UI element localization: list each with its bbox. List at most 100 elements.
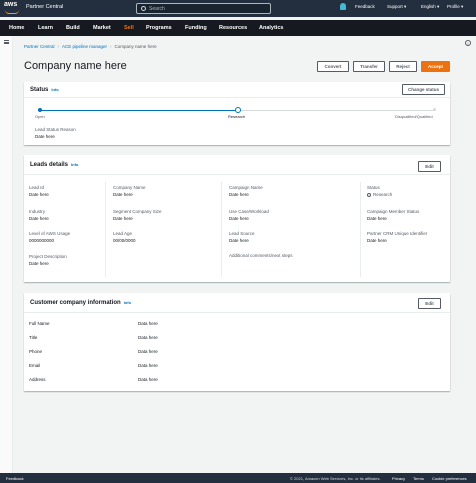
reject-button[interactable]: Reject (389, 61, 417, 72)
profile-menu[interactable]: Profile ▾ (447, 4, 463, 10)
email-value: Data here (138, 363, 158, 368)
leads-card-header: Leads details Info Edit (24, 155, 450, 175)
nav-home[interactable]: Home (9, 25, 24, 31)
step-label-qualified: Disqualified/Qualified (395, 114, 433, 119)
page-title: Company name here (24, 60, 127, 72)
segment-size-value: Date here (113, 216, 133, 221)
footer-feedback-link[interactable]: Feedback (6, 476, 24, 481)
footer-terms-link[interactable]: Terms (413, 476, 424, 481)
side-nav (0, 36, 13, 473)
campaign-member-status-value: Date here (367, 216, 387, 221)
customer-card-header: Customer company information Info Edit (24, 293, 450, 313)
lead-id-label: Lead Id (29, 185, 45, 190)
customer-edit-button[interactable]: Edit (418, 298, 441, 309)
phone-label: Phone (29, 349, 43, 354)
title-value: Data here (138, 335, 158, 340)
customer-info-link[interactable]: Info (124, 300, 131, 305)
segment-size-label: Segment Company Size (113, 209, 162, 214)
nav-market[interactable]: Market (93, 25, 111, 31)
notifications-icon[interactable] (340, 3, 346, 10)
industry-value: Date here (29, 216, 49, 221)
project-description-value: Date here (29, 261, 49, 266)
company-name-value: Date here (113, 192, 133, 197)
lead-source-label: Lead Source (229, 231, 255, 236)
status-card-header: Status Info Change status (24, 82, 450, 98)
campaign-member-status-label: Campaign Member Status (367, 209, 420, 214)
status-card: Status Info Change status Open Research D… (24, 82, 450, 145)
step-dot-research (235, 107, 241, 113)
leads-info-link[interactable]: Info (71, 162, 78, 167)
step-label-research: Research (228, 114, 246, 119)
nav-sell[interactable]: Sell (124, 25, 134, 31)
nav-funding[interactable]: Funding (185, 25, 207, 31)
full-name-label: Full Name (29, 321, 50, 326)
leads-title: Leads details Info (30, 162, 79, 168)
footer: Feedback © 2021, Amazon Web Services, In… (0, 473, 476, 483)
status-info-link[interactable]: Info (51, 87, 58, 92)
chevron-right-icon: › (57, 44, 60, 49)
address-label: Address (29, 377, 46, 382)
status-circle-icon (367, 192, 371, 197)
crm-id-value: Date here (367, 238, 387, 243)
language-menu[interactable]: English ▾ (421, 4, 439, 10)
leads-details-card: Leads details Info Edit Lead Id Date here… (24, 155, 450, 282)
lead-status-reason-value: Date here (35, 134, 55, 139)
step-label-open: Open (35, 114, 45, 119)
title-label: Title (29, 335, 38, 340)
leads-edit-button[interactable]: Edit (418, 161, 441, 172)
aws-usage-value: 0000000000 (29, 238, 55, 243)
progress-complete (40, 110, 238, 111)
step-dot-open (38, 108, 42, 112)
campaign-name-value: Date here (229, 192, 249, 197)
customer-title: Customer company information Info (30, 300, 132, 306)
chevron-right-icon: › (110, 44, 112, 49)
breadcrumb-current: Company name here (114, 44, 157, 49)
breadcrumb-ace-pipeline[interactable]: ACE pipeline manager (62, 44, 107, 49)
status-title: Status Info (30, 87, 59, 93)
nav-learn[interactable]: Learn (38, 25, 53, 31)
status-value: Research (367, 192, 392, 197)
customer-info-card: Customer company information Info Edit Fu… (24, 293, 450, 391)
use-case-label: Use Case/Workload (229, 209, 269, 214)
top-bar: aws Partner Central Search Feedback Supp… (0, 0, 476, 17)
lead-age-label: Lead Age (113, 231, 133, 236)
convert-button[interactable]: Convert (317, 61, 349, 72)
footer-privacy-link[interactable]: Privacy (392, 476, 405, 481)
support-menu[interactable]: Support ▾ (387, 4, 406, 10)
address-value: Data here (138, 377, 158, 382)
accept-button[interactable]: Accept (421, 61, 450, 72)
footer-copyright: © 2021, Amazon Web Services, Inc. or its… (290, 475, 381, 481)
brand-name[interactable]: Partner Central (26, 4, 63, 10)
feedback-link[interactable]: Feedback (355, 4, 375, 9)
lead-age-value: 00/00/0000 (113, 238, 136, 243)
lead-source-value: Date here (229, 238, 249, 243)
main-nav: Home Learn Build Market Sell Programs Fu… (0, 20, 476, 36)
breadcrumb-partner-central[interactable]: Partner Central (24, 44, 55, 49)
lead-id-value: Date here (29, 192, 49, 197)
nav-programs[interactable]: Programs (146, 25, 172, 31)
additional-comments-label: Additional comments/next steps (229, 253, 293, 258)
aws-usage-label: Level of AWS Usage (29, 231, 71, 236)
crm-id-label: Partner CRM Unique Identifier (367, 231, 428, 236)
company-name-label: Company Name (113, 185, 146, 190)
search-icon (141, 6, 146, 11)
help-panel-icon[interactable]: i (465, 40, 471, 46)
full-name-value: Data here (138, 321, 158, 326)
transfer-button[interactable]: Transfer (353, 61, 385, 72)
breadcrumb: Partner Central › ACE pipeline manager › Com… (24, 44, 157, 49)
nav-resources[interactable]: Resources (219, 25, 247, 31)
status-label: Status (367, 185, 380, 190)
aws-logo[interactable]: aws (4, 1, 22, 15)
search-input[interactable]: Search (136, 3, 271, 14)
campaign-name-label: Campaign Name (229, 185, 263, 190)
nav-analytics[interactable]: Analytics (259, 25, 283, 31)
menu-icon[interactable] (4, 40, 9, 44)
change-status-button[interactable]: Change status (402, 84, 445, 95)
email-label: Email (29, 363, 41, 368)
use-case-value: Date here (229, 216, 249, 221)
project-description-label: Project Description (29, 254, 67, 259)
footer-cookie-link[interactable]: Cookie preferences (432, 476, 467, 481)
nav-build[interactable]: Build (66, 25, 80, 31)
industry-label: Industry (29, 209, 46, 214)
lead-status-reason-label: Lead Status Reason (35, 127, 76, 132)
